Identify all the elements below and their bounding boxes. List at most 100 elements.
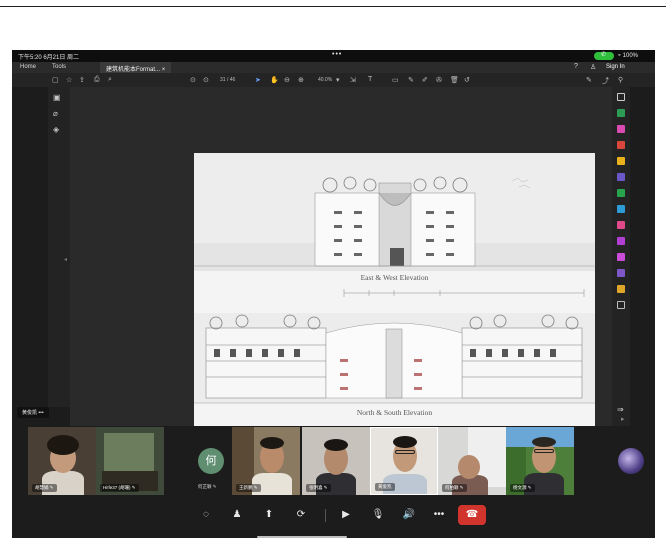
more-options-icon[interactable]: ••• xyxy=(431,507,447,523)
glasses xyxy=(395,450,415,454)
more-apps-icon[interactable]: ⟳ xyxy=(293,507,309,523)
print-icon[interactable]: ⎙ xyxy=(94,76,100,84)
participant-name: Hi!fe37 (胡珊) ✎ xyxy=(100,484,139,492)
collapse-left-icon[interactable]: ◂ xyxy=(64,256,67,263)
compress-icon[interactable] xyxy=(617,253,625,261)
page-up-icon[interactable]: ⊙ xyxy=(190,76,196,84)
participant-face xyxy=(458,455,480,479)
prepare-form-icon[interactable] xyxy=(617,285,625,293)
top-divider xyxy=(0,6,666,7)
tab-home[interactable]: Home xyxy=(20,64,36,70)
app-header: Home Tools 建筑机能本Format... × ? ♙ Sign In xyxy=(12,62,655,73)
hand-icon[interactable]: ✋ xyxy=(270,76,279,84)
participant-name: 胡慧娟 ✎ xyxy=(32,484,57,492)
participant-tile-active[interactable]: 黄俊凯 xyxy=(370,427,438,495)
redact-icon[interactable] xyxy=(617,269,625,277)
organize-pages-icon[interactable] xyxy=(617,189,625,197)
participant-avatar[interactable]: 何 xyxy=(198,448,224,474)
export-pdf-icon[interactable] xyxy=(617,109,625,117)
create-pdf-icon[interactable] xyxy=(617,141,625,149)
leave-call-button[interactable]: ☎ xyxy=(458,505,486,525)
highlight-icon[interactable]: ✐ xyxy=(422,76,428,84)
edit-toggle-icon[interactable]: ⇒ xyxy=(617,405,624,414)
chat-icon[interactable]: ◌ xyxy=(198,507,214,523)
room-window xyxy=(104,433,154,473)
zoom-tool-icon[interactable] xyxy=(617,93,625,101)
participant-tile[interactable]: 杨文源 ✎ xyxy=(506,427,574,495)
more-tools-icon[interactable] xyxy=(617,301,625,309)
left-sidebar: ▣ ⌀ ◈ xyxy=(48,87,70,407)
status-bar: 下午5:20 6月21日 周二 ••• ✆ ⁍ 100% xyxy=(12,50,655,62)
layers-icon[interactable]: ◈ xyxy=(53,125,59,134)
undo-icon[interactable]: ↺ xyxy=(464,76,470,84)
protect-icon[interactable] xyxy=(617,237,625,245)
share-icon[interactable]: ⤴ xyxy=(602,76,609,86)
combine-files-icon[interactable] xyxy=(617,173,625,181)
search-icon[interactable]: ⌕ xyxy=(108,76,112,84)
zoom-level[interactable]: 40.0% xyxy=(318,77,332,83)
scan-icon[interactable] xyxy=(617,205,625,213)
edit-pdf-icon[interactable]: ✎ xyxy=(586,76,592,84)
document-toolbar: ▢ ☆ ⇪ ⎙ ⌕ ⊙ ⊙ 31 / 46 ➤ ✋ ⊖ ⊕ 40.0% ▾ ⇲ … xyxy=(12,73,655,87)
ipad-screen: 下午5:20 6月21日 周二 ••• ✆ ⁍ 100% Home Tools … xyxy=(12,50,655,538)
attachment-icon[interactable]: ⌀ xyxy=(53,109,58,118)
delete-icon[interactable]: 🗑 xyxy=(450,76,459,84)
meeting-controls: ◌ ♟ ⬆ ⟳ ▶ 🎙 🔊 ••• ☎ xyxy=(12,502,655,530)
page-down-icon[interactable]: ⊙ xyxy=(203,76,209,84)
participant-tile[interactable]: 胡慧娟 ✎ xyxy=(28,427,96,495)
active-call-pill[interactable]: ✆ xyxy=(594,52,614,60)
page-indicator[interactable]: 31 / 46 xyxy=(220,77,235,83)
mic-off-icon[interactable]: 🎙 xyxy=(370,507,386,523)
thumbnails-icon[interactable]: ▣ xyxy=(53,93,61,102)
comment-tool-icon[interactable] xyxy=(617,157,625,165)
participant-hair xyxy=(260,437,284,449)
participant-name: 何柏颖 ✎ xyxy=(442,484,467,492)
account-icon[interactable]: ♙ xyxy=(590,63,596,71)
select-cursor-icon[interactable]: ➤ xyxy=(255,76,261,84)
elevation-drawing xyxy=(194,153,595,404)
participant-hair xyxy=(47,435,79,455)
home-indicator[interactable] xyxy=(257,536,347,538)
presenter-chip[interactable]: 黄俊凯 ••• xyxy=(17,407,49,418)
document-viewport[interactable]: East & West Elevation North & South Elev… xyxy=(70,87,612,438)
participant-hair xyxy=(324,439,348,451)
participant-hair xyxy=(393,436,417,448)
zoom-in-icon[interactable]: ⊕ xyxy=(298,76,304,84)
participant-tile[interactable]: 张明喜 ✎ xyxy=(302,427,370,495)
tab-tools[interactable]: Tools xyxy=(52,64,66,70)
comment-icon[interactable]: ▭ xyxy=(392,76,399,84)
stamp-icon[interactable]: ✇ xyxy=(436,76,442,84)
share-screen-icon[interactable]: ⬆ xyxy=(261,507,277,523)
text-tool-icon[interactable]: T xyxy=(368,76,372,83)
participants-icon[interactable]: ♟ xyxy=(229,507,245,523)
profile-icon[interactable]: ⚲ xyxy=(618,76,623,84)
new-file-icon[interactable]: ▢ xyxy=(52,76,59,84)
help-icon[interactable]: ? xyxy=(574,63,578,70)
edit-text-icon[interactable] xyxy=(617,125,625,133)
collapse-right-icon[interactable]: ▸ xyxy=(621,415,625,423)
participant-tile[interactable]: 何柏颖 ✎ xyxy=(438,427,506,495)
fit-page-icon[interactable]: ⇲ xyxy=(350,76,356,84)
tab-document[interactable]: 建筑机能本Format... × xyxy=(100,62,172,73)
presenter-more-icon[interactable]: ••• xyxy=(38,410,43,416)
upload-icon[interactable]: ⇪ xyxy=(79,76,85,84)
participant-tile[interactable]: Hi!fe37 (胡珊) ✎ xyxy=(96,427,164,495)
fill-sign-icon[interactable] xyxy=(617,221,625,229)
zoom-out-icon[interactable]: ⊖ xyxy=(284,76,290,84)
glasses xyxy=(534,449,554,453)
presenter-name: 黄俊凯 xyxy=(22,410,38,416)
participant-name: 杨文源 ✎ xyxy=(510,484,535,492)
caption-east-west: East & West Elevation xyxy=(360,273,429,282)
speaker-icon[interactable]: 🔊 xyxy=(401,507,417,523)
self-avatar[interactable] xyxy=(618,448,644,474)
zoom-dropdown-icon[interactable]: ▾ xyxy=(336,76,340,84)
video-strip: 胡慧娟 ✎ Hi!fe37 (胡珊) ✎ 何 何芷颖 ✎ 王新鹏 ✎ 张明喜 ✎ xyxy=(12,426,655,498)
controls-divider xyxy=(325,509,326,522)
participant-tile[interactable]: 王新鹏 ✎ xyxy=(232,427,300,495)
pen-icon[interactable]: ✎ xyxy=(408,76,414,84)
sign-in-button[interactable]: Sign In xyxy=(606,64,625,70)
star-icon[interactable]: ☆ xyxy=(66,76,72,84)
camera-off-icon[interactable]: ▶ xyxy=(338,507,354,523)
multitask-dots[interactable]: ••• xyxy=(332,51,342,58)
participant-name: 黄俊凯 xyxy=(375,483,395,491)
